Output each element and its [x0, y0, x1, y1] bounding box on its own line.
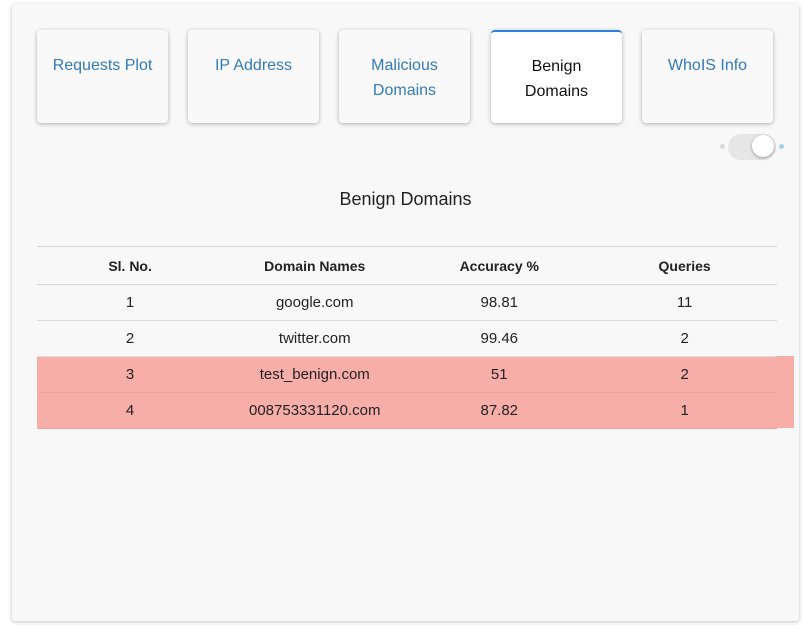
table-row-flagged: 3 test_benign.com 51 2 [37, 356, 777, 393]
flagged-row-overflow [777, 392, 794, 428]
cell-accuracy: 87.82 [406, 392, 593, 429]
tab-bar: Requests Plot IP Address Malicious Domai… [37, 30, 777, 124]
dashboard-panel: Requests Plot IP Address Malicious Domai… [12, 4, 799, 621]
cell-accuracy: 51 [406, 356, 593, 393]
table-header-row: Sl. No. Domain Names Accuracy % Queries [37, 246, 777, 285]
table-row: 2 twitter.com 99.46 2 [37, 320, 777, 357]
cell-sl-no: 1 [37, 284, 224, 321]
flagged-row-overflow [777, 356, 794, 392]
tab-malicious-domains[interactable]: Malicious Domains [339, 30, 470, 123]
toggle-off-indicator [720, 144, 725, 149]
tab-benign-domains[interactable]: Benign Domains [491, 30, 622, 123]
cell-accuracy: 99.46 [406, 320, 593, 357]
toggle-knob[interactable] [752, 135, 774, 157]
header-queries[interactable]: Queries [592, 246, 777, 285]
tab-label: IP Address [214, 57, 293, 74]
tab-requests-plot[interactable]: Requests Plot [37, 30, 168, 123]
cell-queries: 1 [592, 392, 777, 429]
cell-sl-no: 4 [37, 392, 224, 429]
benign-domains-table: Sl. No. Domain Names Accuracy % Queries … [37, 246, 777, 429]
cell-queries: 2 [592, 320, 777, 357]
toggle-track[interactable] [728, 134, 776, 160]
cell-queries: 11 [592, 284, 777, 321]
tab-whois-info[interactable]: WhoIS Info [642, 30, 773, 123]
tab-label: Malicious Domains [371, 57, 438, 99]
tab-label: Benign Domains [524, 58, 589, 100]
cell-domain: twitter.com [223, 320, 407, 357]
tab-label: Requests Plot [52, 57, 153, 74]
toggle-on-indicator [779, 144, 784, 149]
view-toggle[interactable] [720, 132, 784, 162]
cell-sl-no: 2 [37, 320, 224, 357]
table-row-flagged: 4 008753331120.com 87.82 1 [37, 392, 777, 429]
cell-domain: google.com [223, 284, 407, 321]
section-title: Benign Domains [339, 189, 472, 209]
header-accuracy[interactable]: Accuracy % [406, 246, 593, 285]
cell-accuracy: 98.81 [406, 284, 593, 321]
cell-domain: 008753331120.com [223, 392, 407, 429]
cell-sl-no: 3 [37, 356, 224, 393]
tab-ip-address[interactable]: IP Address [188, 30, 319, 123]
cell-queries: 2 [592, 356, 777, 393]
tab-label: WhoIS Info [667, 57, 748, 74]
header-sl-no[interactable]: Sl. No. [37, 246, 224, 285]
cell-domain: test_benign.com [223, 356, 407, 393]
table-row: 1 google.com 98.81 11 [37, 284, 777, 321]
header-domain-names[interactable]: Domain Names [223, 246, 407, 285]
